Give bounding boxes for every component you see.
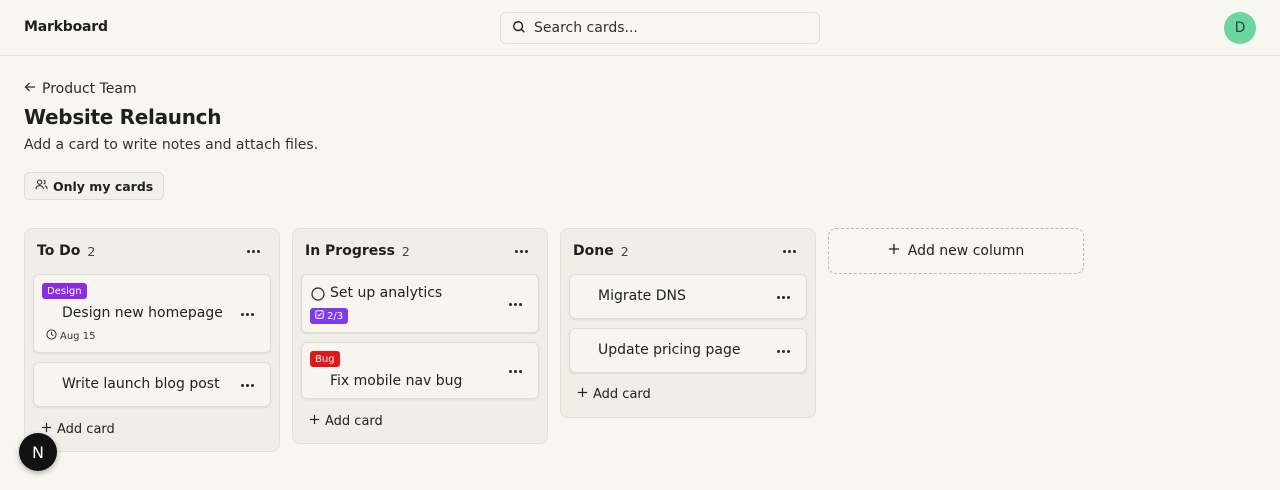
column-to-do: To Do 2 Design Design new homepage Aug 1… [24,228,280,452]
plus-icon [577,387,588,402]
add-card-button[interactable]: Add card [41,422,115,437]
card-title: Design new homepage [62,305,223,321]
card[interactable]: Set up analytics 2/3 [301,274,539,333]
breadcrumb-label: Product Team [42,81,137,97]
column-header: In Progress 2 [293,229,547,273]
search-box[interactable] [500,12,820,44]
top-bar: Markboard D [0,0,1280,56]
column-in-progress: In Progress 2 Set up analytics 2/3 Bug F… [292,228,548,444]
add-card-button[interactable]: Add card [577,387,651,402]
plus-icon [309,414,320,429]
avatar[interactable]: D [1224,12,1256,44]
clock-icon [46,329,57,343]
more-icon[interactable] [774,342,792,360]
add-card-label: Add card [325,414,383,429]
more-icon[interactable] [774,288,792,306]
dev-tools-badge[interactable]: N [19,433,57,471]
more-icon[interactable] [244,242,262,260]
column-count: 2 [401,243,410,259]
checklist-label: 2/3 [327,310,344,322]
card-title: Set up analytics [330,285,443,301]
more-icon[interactable] [506,362,524,380]
card[interactable]: Design Design new homepage Aug 15 [33,274,271,353]
more-icon[interactable] [238,376,256,394]
card-title: Migrate DNS [598,288,686,304]
plus-icon [888,243,900,259]
search-input[interactable] [534,20,804,36]
due-date-label: Aug 15 [60,330,96,342]
check-square-icon [315,310,324,322]
only-my-cards-button[interactable]: Only my cards [24,172,165,200]
column-title: To Do [37,243,81,259]
column-count: 2 [87,243,96,259]
column-header: To Do 2 [25,229,279,273]
add-new-column-button[interactable]: Add new column [828,228,1084,274]
arrow-left-icon [24,81,36,97]
tag-bug: Bug [310,351,340,367]
column-count: 2 [620,243,629,259]
more-icon[interactable] [238,305,256,323]
page-title: Website Relaunch [24,105,222,129]
card[interactable]: Write launch blog post [33,362,271,407]
column-title: Done [573,243,614,259]
tag-design: Design [42,283,87,299]
search-icon [512,19,526,38]
filter-label: Only my cards [53,178,154,194]
column-done: Done 2 Migrate DNS Update pricing page A… [560,228,816,418]
page-subtitle: Add a card to write notes and attach fil… [24,137,319,153]
card[interactable]: Update pricing page [569,328,807,373]
add-column-label: Add new column [907,243,1025,259]
due-date: Aug 15 [46,329,95,343]
checklist-badge: 2/3 [310,308,349,324]
breadcrumb[interactable]: Product Team [24,81,137,97]
more-icon[interactable] [512,242,530,260]
add-card-button[interactable]: Add card [309,414,383,429]
card-title: Update pricing page [598,342,741,358]
card[interactable]: Bug Fix mobile nav bug [301,342,539,399]
card-title: Write launch blog post [62,376,220,392]
card[interactable]: Migrate DNS [569,274,807,319]
circle-icon[interactable] [311,286,325,305]
app-name[interactable]: Markboard [24,19,108,35]
card-title: Fix mobile nav bug [330,373,463,389]
column-header: Done 2 [561,229,815,273]
column-title: In Progress [305,243,395,259]
add-card-label: Add card [593,387,651,402]
more-icon[interactable] [506,295,524,313]
users-icon [35,178,48,194]
more-icon[interactable] [780,242,798,260]
add-card-label: Add card [57,422,115,437]
